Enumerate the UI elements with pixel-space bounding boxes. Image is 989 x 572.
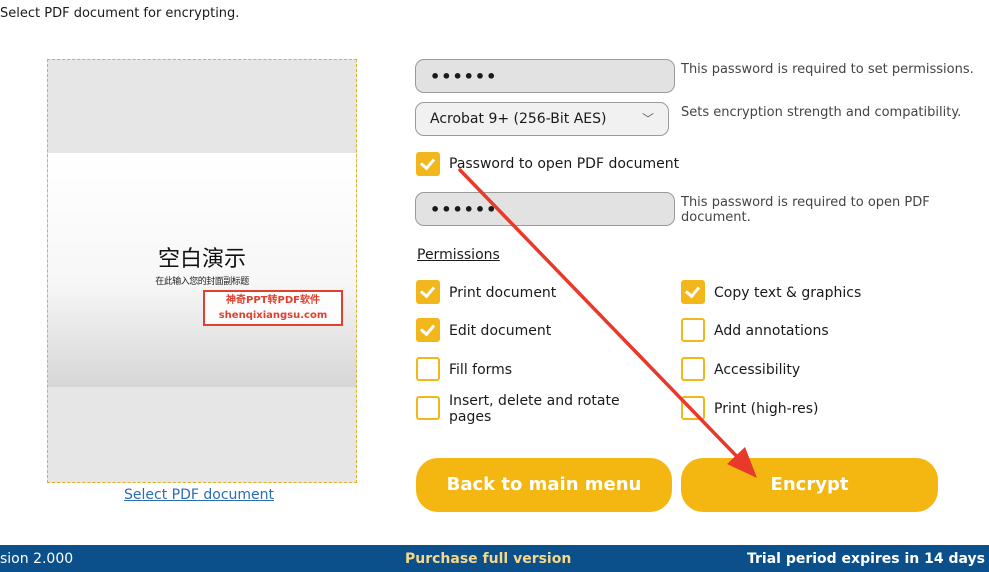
purchase-link[interactable]: Purchase full version xyxy=(405,551,571,567)
status-bar: sion 2.000 Purchase full version Trial p… xyxy=(0,545,989,572)
version-text: sion 2.000 xyxy=(0,551,74,567)
trial-status: Trial period expires in 14 days xyxy=(746,551,985,567)
annotation-arrow-icon xyxy=(458,168,757,478)
